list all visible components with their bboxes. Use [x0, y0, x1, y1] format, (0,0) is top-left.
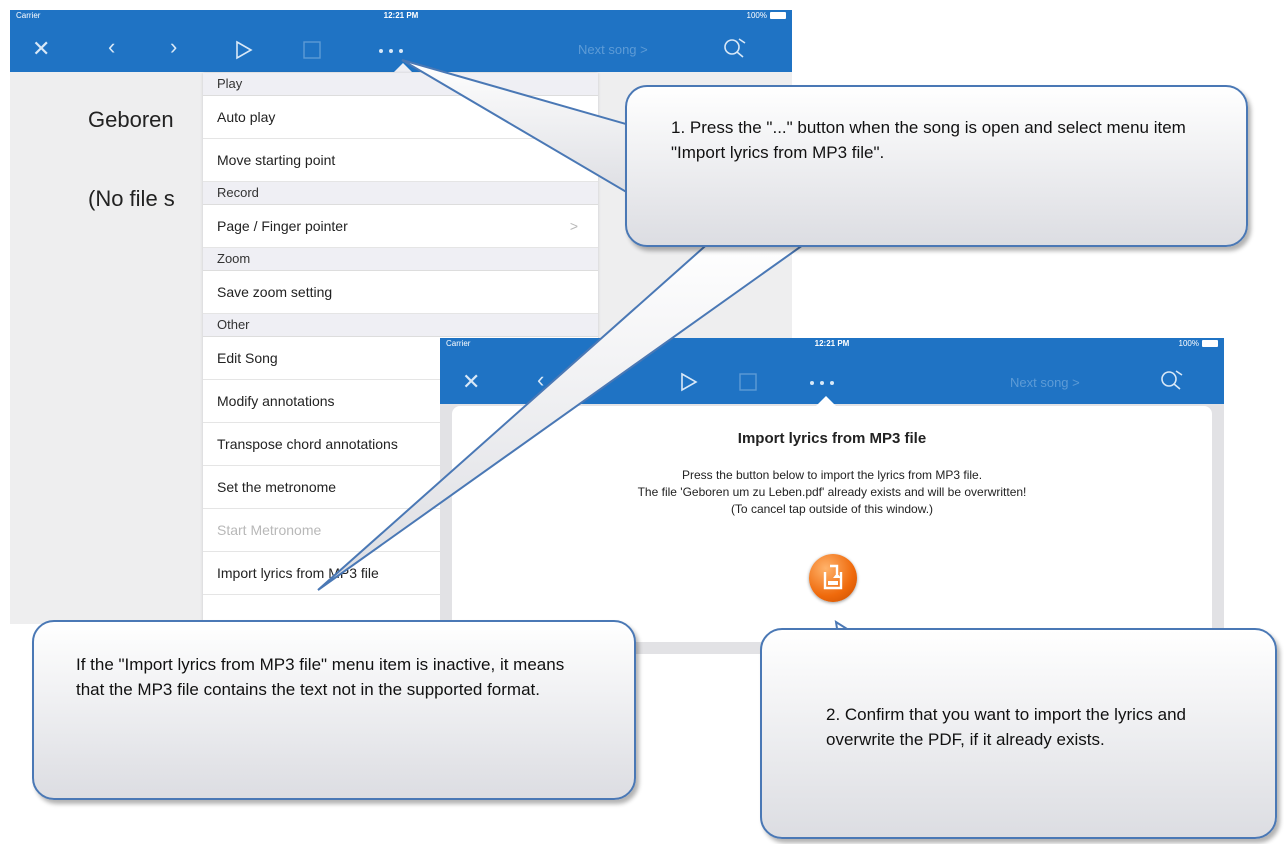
callout-step-1-text: 1. Press the "..." button when the song … — [671, 118, 1186, 162]
callout-inactive-note: If the "Import lyrics from MP3 file" men… — [32, 620, 636, 800]
callout-1-pointer-lower — [317, 239, 814, 591]
callout-inactive-note-text: If the "Import lyrics from MP3 file" men… — [76, 655, 565, 699]
callout-step-1: 1. Press the "..." button when the song … — [625, 85, 1248, 247]
callout-step-2-text: 2. Confirm that you want to import the l… — [826, 705, 1186, 749]
callout-1-pointer — [401, 59, 641, 202]
callout-step-2: 2. Confirm that you want to import the l… — [760, 628, 1277, 839]
